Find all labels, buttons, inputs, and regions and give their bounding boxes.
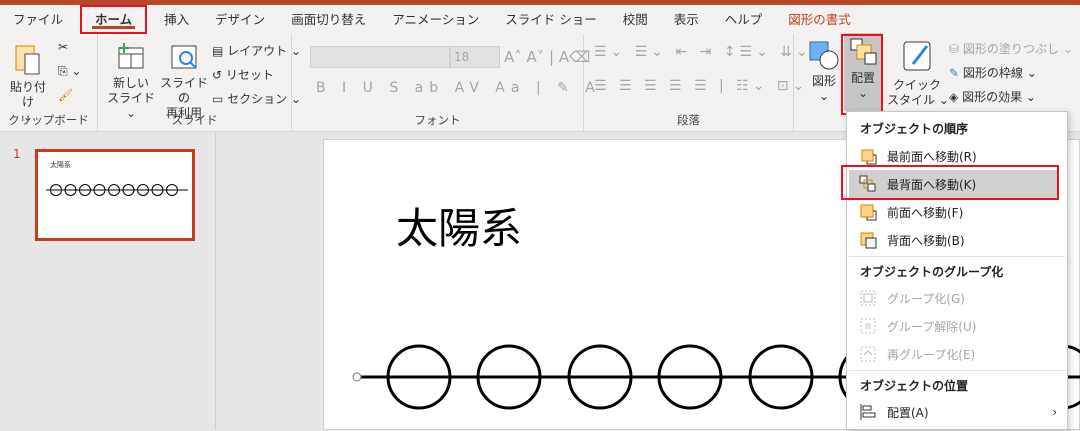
tab-slideshow[interactable]: スライド ショー bbox=[492, 5, 609, 34]
menu-divider bbox=[849, 370, 1065, 371]
menu-bring-forward[interactable]: 前面へ移動(F) bbox=[849, 198, 1057, 226]
reset-label: リセット bbox=[225, 68, 274, 82]
send-backward-label: 背面へ移動(B) bbox=[887, 233, 965, 248]
layout-button[interactable]: ▤ レイアウト ⌄ bbox=[212, 42, 301, 59]
font-group: 18 A˄ A˅ | A⌫ B I U S ab AV Aa | ✎ A フォン… bbox=[292, 34, 595, 132]
shape-effects-button[interactable]: ◈ 図形の効果 ⌄ bbox=[949, 88, 1036, 105]
slide-thumbnail[interactable]: 太陽系 bbox=[35, 149, 195, 241]
thumbnail-shapes bbox=[46, 184, 188, 196]
quick-styles-button[interactable]: クイック スタイル ⌄ bbox=[887, 40, 949, 108]
font-name-select[interactable] bbox=[310, 46, 450, 68]
group-icon bbox=[860, 290, 876, 306]
menu-heading-order: オブジェクトの順序 bbox=[860, 122, 969, 136]
slides-group: 新しい スライド ⌄ スライドの 再利用 ▤ レイアウト ⌄ ↺ リセット ▭ セク… bbox=[98, 34, 301, 132]
ungroup-label: グループ解除(U) bbox=[887, 319, 977, 334]
menu-align[interactable]: 配置(A) › bbox=[849, 398, 1057, 426]
menu-send-backward[interactable]: 背面へ移動(B) bbox=[849, 226, 1057, 254]
new-slide-label-2: スライド bbox=[106, 91, 155, 105]
shapes-icon bbox=[809, 41, 839, 70]
ribbon-tabs: ファイル ホーム 挿入 デザイン 画面切り替え アニメーション スライド ショー… bbox=[0, 5, 1080, 34]
paste-label: 貼り付け bbox=[9, 80, 46, 109]
shapes-button[interactable]: 図形 ⌄ bbox=[806, 40, 842, 104]
group-label: グループ化(G) bbox=[887, 291, 965, 306]
quick-style-label-2: スタイル bbox=[887, 93, 936, 107]
cut-icon[interactable]: ✂ bbox=[58, 40, 68, 54]
quick-styles-icon bbox=[903, 41, 931, 71]
reset-icon: ↺ bbox=[212, 68, 223, 82]
arrange-highlight bbox=[841, 34, 883, 115]
reset-button[interactable]: ↺ リセット bbox=[212, 66, 274, 83]
section-button[interactable]: ▭ セクション ⌄ bbox=[212, 90, 301, 107]
effects-icon: ◈ bbox=[949, 90, 959, 104]
bring-forward-label: 前面へ移動(F) bbox=[887, 205, 964, 220]
shape-outline-label: 図形の枠線 bbox=[962, 66, 1023, 80]
slides-label: スライド bbox=[171, 113, 218, 127]
menu-regroup: 再グループ化(E) bbox=[849, 340, 1057, 368]
fill-bucket-icon: ⛁ bbox=[949, 42, 960, 56]
quick-style-label-1: クイック bbox=[892, 78, 941, 92]
copy-icon[interactable]: ⎘ ⌄ bbox=[58, 64, 81, 79]
font-size-select[interactable]: 18 bbox=[450, 46, 500, 68]
menu-divider bbox=[849, 256, 1065, 257]
regroup-label: 再グループ化(E) bbox=[887, 347, 976, 362]
tab-help[interactable]: ヘルプ bbox=[712, 5, 776, 34]
tab-shape-format[interactable]: 図形の書式 bbox=[775, 5, 864, 34]
layout-label: レイアウト bbox=[227, 44, 288, 58]
section-label: セクション bbox=[227, 92, 288, 106]
selection-handle bbox=[352, 372, 362, 382]
new-slide-icon bbox=[118, 43, 144, 69]
tab-animations[interactable]: アニメーション bbox=[379, 5, 492, 34]
shape-fill-button[interactable]: ⛁ 図形の塗りつぶし ⌄ bbox=[949, 40, 1073, 57]
reuse-label-1: スライドの bbox=[160, 76, 209, 105]
tab-insert[interactable]: 挿入 bbox=[151, 5, 202, 34]
paragraph-group: ☰⌄ ☰⌄ ⇤ ⇥ ↕☰⌄ ⇊⌄ ☰ ☰ ☰ ☰ ☰ | ☷⌄ ⊡⌄ 段落 bbox=[584, 34, 808, 132]
send-to-back-highlight bbox=[841, 165, 1059, 200]
tab-file[interactable]: ファイル bbox=[0, 5, 76, 34]
tab-view[interactable]: 表示 bbox=[661, 5, 712, 34]
menu-heading-position: オブジェクトの位置 bbox=[860, 379, 969, 393]
clipboard-group: 貼り付け ⌄ ✂ ⎘ ⌄ 🖌 クリップボード bbox=[0, 34, 98, 132]
tab-design[interactable]: デザイン bbox=[202, 5, 278, 34]
list-buttons[interactable]: ☰⌄ ☰⌄ ⇤ ⇥ ↕☰⌄ ⇊⌄ bbox=[594, 44, 812, 60]
bring-to-front-icon bbox=[861, 149, 877, 165]
pen-icon: ✎ bbox=[949, 66, 960, 80]
slide-number: 1 bbox=[13, 147, 21, 161]
ungroup-icon bbox=[860, 318, 876, 334]
paragraph-label: 段落 bbox=[677, 113, 700, 127]
paste-icon bbox=[15, 45, 40, 75]
font-format-buttons[interactable]: B I U S ab AV Aa | ✎ A bbox=[316, 80, 601, 96]
new-slide-label-1: 新しい bbox=[112, 76, 149, 90]
shapes-label: 図形 bbox=[811, 74, 836, 88]
section-icon: ▭ bbox=[212, 92, 224, 106]
shape-fill-label: 図形の塗りつぶし bbox=[962, 42, 1060, 56]
align-icon bbox=[860, 404, 876, 420]
align-label: 配置(A) bbox=[887, 405, 929, 420]
send-backward-icon bbox=[860, 232, 877, 249]
menu-heading-group: オブジェクトのグループ化 bbox=[860, 265, 1004, 279]
tab-transitions[interactable]: 画面切り替え bbox=[278, 5, 379, 34]
clipboard-label: クリップボード bbox=[8, 113, 89, 127]
bring-forward-icon bbox=[860, 204, 877, 221]
bring-to-front-label: 最前面へ移動(R) bbox=[887, 149, 977, 164]
tab-review[interactable]: 校閲 bbox=[610, 5, 661, 34]
submenu-arrow-icon: › bbox=[1052, 405, 1057, 419]
font-size-buttons[interactable]: A˄ A˅ | A⌫ bbox=[504, 48, 590, 66]
tab-home[interactable]: ホーム bbox=[80, 5, 148, 34]
align-buttons[interactable]: ☰ ☰ ☰ ☰ ☰ | ☷⌄ ⊡⌄ bbox=[594, 78, 808, 94]
reuse-slides-icon bbox=[171, 45, 197, 69]
new-slide-button[interactable]: 新しい スライド ⌄ bbox=[106, 42, 156, 121]
format-painter-icon[interactable]: 🖌 bbox=[58, 88, 73, 102]
shape-outline-button[interactable]: ✎ 図形の枠線 ⌄ bbox=[949, 64, 1037, 81]
menu-group: グループ化(G) bbox=[849, 284, 1057, 312]
regroup-icon bbox=[860, 346, 876, 362]
menu-ungroup: グループ解除(U) bbox=[849, 312, 1057, 340]
font-label: フォント bbox=[414, 113, 461, 127]
layout-icon: ▤ bbox=[212, 44, 224, 58]
reuse-slides-button[interactable]: スライドの 再利用 bbox=[160, 42, 208, 121]
arrange-menu: オブジェクトの順序 最前面へ移動(R) 最背面へ移動(K) 前面へ移動(F) 背… bbox=[846, 111, 1068, 430]
shape-effects-label: 図形の効果 bbox=[962, 90, 1023, 104]
